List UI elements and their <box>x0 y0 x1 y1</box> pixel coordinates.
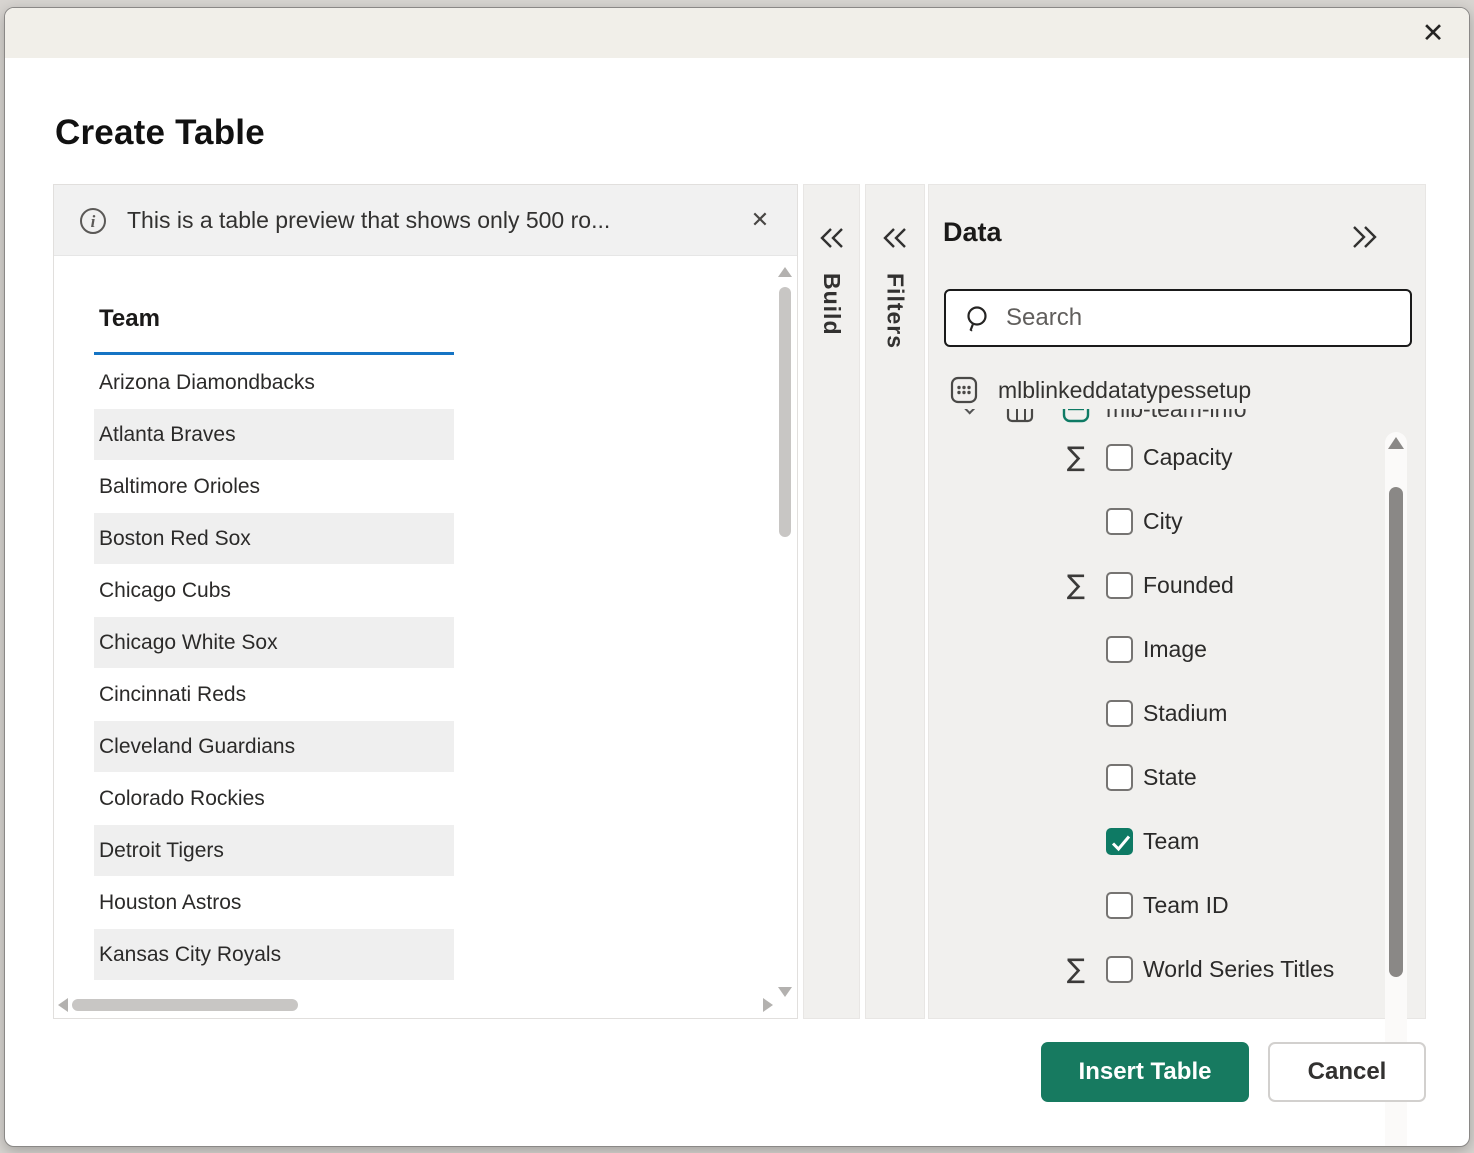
scroll-up-icon[interactable] <box>778 267 792 277</box>
scroll-left-icon[interactable] <box>58 998 68 1012</box>
data-panel: Data mlblinkeddatatypessetup <box>928 184 1426 1019</box>
search-box <box>944 289 1412 347</box>
field-row: ∑Team ID <box>929 873 1425 937</box>
field-row: ∑State <box>929 745 1425 809</box>
field-row: ∑ World Series Titles <box>929 937 1425 1001</box>
search-icon <box>964 304 994 334</box>
table-row-partial: Los Angeles Angels <box>94 981 454 997</box>
field-checkbox[interactable] <box>1106 572 1133 599</box>
search-input[interactable] <box>1006 293 1401 343</box>
field-label: Capacity <box>1143 444 1232 471</box>
table-row: Kansas City Royals <box>94 929 454 981</box>
workbook-grid-icon <box>950 376 978 404</box>
field-checkbox[interactable] <box>1106 636 1133 663</box>
field-checkbox-checked[interactable] <box>1106 828 1133 855</box>
field-label: Team ID <box>1143 892 1229 919</box>
chevron-down-icon[interactable] <box>962 409 978 414</box>
field-label: Founded <box>1143 572 1234 599</box>
build-panel-label: Build <box>818 273 845 336</box>
sum-icon: ∑ <box>1062 570 1090 601</box>
table-row: Chicago Cubs <box>94 565 454 617</box>
table-row-partially-scrolled[interactable]: mlb-team-info <box>929 409 1365 426</box>
column-header-underline <box>94 352 454 355</box>
field-label: City <box>1143 508 1183 535</box>
table-row: Cincinnati Reds <box>94 669 454 721</box>
table-icon <box>1006 409 1034 423</box>
table-row: Atlanta Braves <box>94 409 454 461</box>
sum-icon: ∑ <box>1062 954 1090 985</box>
chevron-double-right-icon[interactable] <box>1348 223 1380 254</box>
vertical-scroll-thumb[interactable] <box>779 287 791 537</box>
table-row: Baltimore Orioles <box>94 461 454 513</box>
field-row: ∑Image <box>929 617 1425 681</box>
field-label: World Series Titles <box>1143 956 1334 983</box>
field-row: ∑Team <box>929 809 1425 873</box>
info-icon: i <box>80 208 106 234</box>
close-icon[interactable]: ✕ <box>1415 16 1451 52</box>
field-checkbox[interactable] <box>1106 892 1133 919</box>
scroll-up-icon[interactable] <box>1388 437 1404 449</box>
table-row: Arizona Diamondbacks <box>94 357 454 409</box>
table-name: mlb-team-info <box>1106 409 1247 423</box>
chevron-double-left-icon[interactable] <box>880 225 910 256</box>
dialog-titlebar: ✕ <box>5 8 1469 58</box>
table-row: Chicago White Sox <box>94 617 454 669</box>
field-label: Stadium <box>1143 700 1227 727</box>
preview-horizontal-scrollbar[interactable] <box>58 998 773 1012</box>
filters-panel-collapsed[interactable]: Filters <box>865 184 925 1019</box>
scroll-right-icon[interactable] <box>763 998 773 1012</box>
field-row: ∑ Capacity <box>929 425 1425 489</box>
table-row: Boston Red Sox <box>94 513 454 565</box>
filters-panel-label: Filters <box>882 273 909 349</box>
horizontal-scroll-thumb[interactable] <box>72 999 298 1011</box>
insert-table-button[interactable]: Insert Table <box>1041 1042 1249 1102</box>
banner-message: This is a table preview that shows only … <box>127 207 610 234</box>
preview-row-list: Arizona DiamondbacksAtlanta BravesBaltim… <box>94 357 454 997</box>
field-list: ∑Capacity∑City∑Founded∑Image∑Stadium∑Sta… <box>929 425 1425 1001</box>
table-row: Detroit Tigers <box>94 825 454 877</box>
table-preview-panel: i This is a table preview that shows onl… <box>53 184 798 1019</box>
field-checkbox[interactable] <box>1106 956 1133 983</box>
page-title: Create Table <box>55 113 265 153</box>
column-header-team: Team <box>99 305 160 333</box>
cancel-button[interactable]: Cancel <box>1268 1042 1426 1102</box>
field-checkbox[interactable] <box>1106 764 1133 791</box>
sum-icon: ∑ <box>1062 442 1090 473</box>
table-row: Cleveland Guardians <box>94 721 454 773</box>
field-row: ∑ Founded <box>929 553 1425 617</box>
preview-info-banner: i This is a table preview that shows onl… <box>54 185 797 256</box>
field-row: ∑City <box>929 489 1425 553</box>
build-panel-collapsed[interactable]: Build <box>803 184 860 1019</box>
preview-vertical-scrollbar[interactable] <box>777 267 793 997</box>
scroll-down-icon[interactable] <box>778 987 792 997</box>
chevron-double-left-icon[interactable] <box>817 225 847 256</box>
table-row: Houston Astros <box>94 877 454 929</box>
data-source-name: mlblinkeddatatypessetup <box>998 377 1251 404</box>
data-panel-title: Data <box>943 217 1002 248</box>
linked-datatype-icon <box>1062 409 1090 423</box>
data-source-row[interactable]: mlblinkeddatatypessetup <box>950 373 1251 407</box>
field-label: State <box>1143 764 1197 791</box>
field-checkbox[interactable] <box>1106 508 1133 535</box>
field-list-scrollbar[interactable] <box>1385 432 1407 1147</box>
field-checkbox[interactable] <box>1106 444 1133 471</box>
field-label: Image <box>1143 636 1207 663</box>
create-table-dialog: ✕ Create Table i This is a table preview… <box>4 7 1470 1147</box>
banner-close-icon[interactable]: ✕ <box>745 205 775 235</box>
field-list-scroll-thumb[interactable] <box>1389 487 1403 977</box>
table-row: Colorado Rockies <box>94 773 454 825</box>
field-row: ∑Stadium <box>929 681 1425 745</box>
field-checkbox[interactable] <box>1106 700 1133 727</box>
field-label: Team <box>1143 828 1199 855</box>
